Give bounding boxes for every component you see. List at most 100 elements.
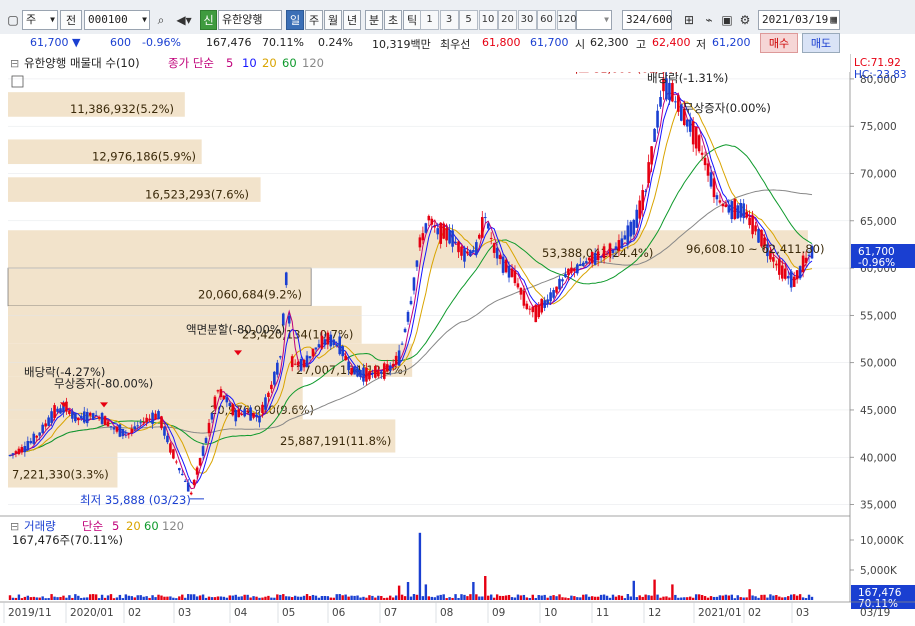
- volume-bar: [371, 595, 374, 600]
- volume-bar: [513, 597, 517, 600]
- volume-bar: [787, 596, 790, 600]
- volume-bar: [124, 594, 128, 600]
- prev-button[interactable]: 전: [60, 10, 82, 30]
- code-input[interactable]: 000100 ▼: [84, 10, 150, 30]
- candle-body: [121, 428, 125, 437]
- volume-bar: [439, 594, 442, 600]
- period-tab-5[interactable]: 초: [384, 10, 402, 30]
- volume-bar: [409, 596, 413, 600]
- volume-bar: [115, 597, 119, 600]
- volume-bar: [552, 595, 555, 600]
- candle-body: [335, 344, 339, 347]
- interval-button-10[interactable]: 10: [478, 10, 498, 30]
- candle-body: [222, 395, 226, 400]
- candle-body: [789, 271, 793, 288]
- volume-bar: [638, 595, 641, 600]
- volume-bar: [700, 595, 704, 600]
- candle-body: [305, 355, 309, 368]
- candle-body: [74, 413, 77, 422]
- volume-bar: [656, 594, 659, 600]
- candle-body: [88, 412, 92, 416]
- volume-bar: [626, 594, 630, 600]
- sell-button[interactable]: 매도: [802, 33, 840, 53]
- period-tab-6[interactable]: 틱: [403, 10, 421, 30]
- volume-bar: [451, 597, 454, 600]
- volume-bar: [225, 597, 229, 600]
- interval-button-20[interactable]: 20: [498, 10, 517, 30]
- candle-body: [748, 217, 751, 226]
- interval-button-120[interactable]: 120: [556, 10, 577, 30]
- period-tab-3[interactable]: 년: [343, 10, 361, 30]
- period-tab-2[interactable]: 월: [324, 10, 342, 30]
- volume-info: 167,476주(70.11%): [12, 533, 123, 547]
- main-toolbar: ▢ 주 ▼ 전 000100 ▼ ⌕ ◀▾ 신 유한양행 일주월년분초틱 1 3 5 10…: [0, 0, 915, 35]
- volume-bar: [599, 594, 603, 600]
- volume-legend-period: 20: [126, 519, 141, 533]
- speaker-icon[interactable]: ◀▾: [172, 10, 196, 30]
- candle-body: [641, 190, 644, 211]
- candle-body: [178, 468, 181, 471]
- volume-bar: [406, 582, 410, 600]
- candle-body: [225, 397, 229, 403]
- period-tab-4[interactable]: 분: [365, 10, 383, 30]
- period-tab-1[interactable]: 주: [305, 10, 323, 30]
- chart-svg[interactable]: 11,386,932(5.2%) 12,976,186(5.9%) 16,523,2…: [0, 54, 915, 623]
- candle-body: [186, 482, 190, 492]
- volume-bar: [391, 597, 395, 600]
- calendar-icon[interactable]: ▦: [830, 11, 837, 29]
- volume-bar: [763, 594, 766, 600]
- volume-bar: [602, 594, 606, 600]
- candle-body: [296, 361, 300, 366]
- candle-body: [778, 258, 781, 275]
- candle-body: [620, 238, 624, 249]
- candle-body: [145, 417, 148, 423]
- interval-custom-input[interactable]: ▼: [576, 10, 612, 30]
- candle-body: [427, 215, 431, 221]
- search-icon[interactable]: ⌕: [152, 10, 170, 30]
- chevron-down-icon: ▼: [50, 15, 55, 24]
- volume-bar: [534, 598, 537, 600]
- chart-type-icon[interactable]: ⌁: [700, 10, 718, 30]
- volume-bar: [261, 597, 264, 600]
- candle-body: [430, 218, 434, 225]
- volume-bar: [29, 597, 32, 600]
- price-tick-label: 50,000: [860, 358, 897, 370]
- period-tab-0[interactable]: 일: [286, 10, 304, 30]
- volume-bar: [302, 595, 306, 600]
- save-icon[interactable]: ▣: [718, 10, 736, 30]
- volume-bar: [109, 594, 113, 600]
- date-input[interactable]: 2021/03/19 ▦: [758, 10, 840, 30]
- volume-bar: [641, 596, 644, 600]
- candle-body: [694, 127, 698, 149]
- volume-bar: [579, 597, 582, 600]
- volume-bar: [647, 595, 650, 600]
- volume-bar: [323, 595, 327, 600]
- candle-body: [540, 298, 543, 313]
- candle-body: [709, 172, 713, 187]
- interval-button-60[interactable]: 60: [537, 10, 556, 30]
- interval-button-30[interactable]: 30: [517, 10, 537, 30]
- type-select[interactable]: 주 ▼: [22, 10, 58, 30]
- volume-bar: [510, 597, 514, 600]
- zoom-icon[interactable]: ⊞: [680, 10, 698, 30]
- candle-body: [97, 416, 101, 419]
- x-tick-label: 10: [544, 607, 557, 619]
- interval-button-3[interactable]: 3: [439, 10, 459, 30]
- candle-body: [216, 390, 220, 392]
- buy-button[interactable]: 매수: [760, 33, 798, 53]
- candle-body: [136, 425, 140, 427]
- settings-icon[interactable]: ⚙: [736, 10, 754, 30]
- interval-button-1[interactable]: 1: [420, 10, 439, 30]
- candle-body: [94, 414, 98, 416]
- interval-button-5[interactable]: 5: [459, 10, 478, 30]
- turnover-pct: 0.24%: [318, 36, 353, 49]
- stock-chart[interactable]: 11,386,932(5.2%) 12,976,186(5.9%) 16,523,2…: [0, 54, 915, 623]
- candle-body: [326, 332, 330, 345]
- count-input[interactable]: 324/600: [622, 10, 672, 30]
- layout-icon[interactable]: ▢: [4, 10, 22, 30]
- legend-name: 유한양행 매물대 수(10): [24, 56, 140, 70]
- lc-label: LC:71.92: [854, 57, 901, 69]
- candle-body: [543, 300, 546, 308]
- volume-bar: [528, 598, 532, 600]
- candle-body: [403, 328, 407, 333]
